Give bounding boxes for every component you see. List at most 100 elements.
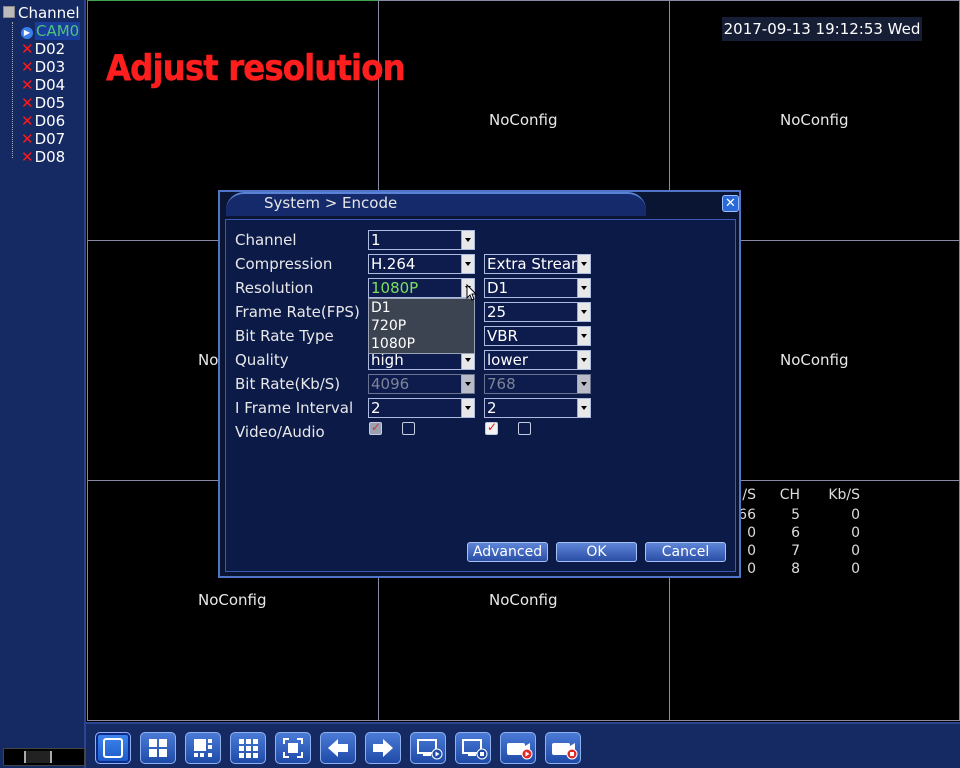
compression-select[interactable]: H.264 [368,254,475,274]
nine-view-button[interactable] [230,732,266,764]
stats-cell: 6 [791,525,800,541]
channel-item-d04[interactable]: ✕D04 [21,76,65,94]
cancel-button[interactable]: Cancel [645,542,726,562]
chevron-down-icon [461,375,474,393]
stats-header-ch: CH [779,487,800,503]
label-compression: Compression [235,255,333,273]
offline-x-icon: ✕ [21,148,34,166]
advanced-button[interactable]: Advanced [467,542,548,562]
channel-item-d02[interactable]: ✕D02 [21,40,65,58]
extra-i-frame-select[interactable]: 2 [484,398,591,418]
video-record-button[interactable] [500,732,536,764]
dropdown-option-720p[interactable]: 720P [371,318,406,335]
offline-x-icon: ✕ [21,94,34,112]
channel-label: D08 [34,148,66,166]
sidebar-scrollbar[interactable] [3,748,85,766]
previous-button[interactable] [320,732,356,764]
channel-tree-header[interactable]: Channel [3,4,80,22]
next-icon [373,739,393,757]
channel-item-d07[interactable]: ✕D07 [21,130,65,148]
chevron-down-icon[interactable] [461,231,474,249]
channel-label: D03 [34,58,66,76]
mouse-cursor-icon [466,284,478,301]
fullscreen-button[interactable] [275,732,311,764]
dropdown-option-d1[interactable]: D1 [371,300,391,317]
channel-select[interactable]: 1 [368,230,475,250]
close-icon: ✕ [725,196,736,211]
chevron-down-icon[interactable] [577,327,590,345]
noconfig-label: NoConfig [780,351,849,369]
i-frame-select[interactable]: 2 [368,398,475,418]
chevron-down-icon [577,375,590,393]
offline-x-icon: ✕ [21,130,34,148]
scrollbar-thumb[interactable] [24,751,52,763]
next-button[interactable] [365,732,401,764]
stop-record-button[interactable] [545,732,581,764]
dialog-header: System > Encode ✕ [220,192,739,216]
extra-audio-checkbox[interactable] [518,422,531,435]
stream-select[interactable]: Extra Stream [484,254,591,274]
extra-frame-rate-select[interactable]: 25 [484,302,591,322]
label-video-audio: Video/Audio [235,423,325,441]
extra-video-checkbox[interactable] [485,420,498,435]
playback-button[interactable] [410,732,446,764]
ok-button[interactable]: OK [556,542,637,562]
channel-item-cam0[interactable]: ▶ CAM0 [21,22,81,40]
quad-view-button[interactable] [140,732,176,764]
label-frame-rate: Frame Rate(FPS) [235,303,360,321]
channel-item-d06[interactable]: ✕D06 [21,112,65,130]
noconfig-label: NoConfig [489,111,558,129]
extra-bit-rate-type-select[interactable]: VBR [484,326,591,346]
single-view-button[interactable] [95,732,131,764]
chevron-down-icon[interactable] [577,399,590,417]
record-icon [462,739,488,760]
offline-x-icon: ✕ [21,112,34,130]
channel-label: D06 [34,112,66,130]
eight-view-icon [194,739,212,757]
eight-view-button[interactable] [185,732,221,764]
datetime-display: 2017-09-13 19:12:53 Wed [722,17,922,41]
previous-icon [328,739,348,757]
chevron-down-icon[interactable] [577,255,590,273]
collapse-icon[interactable] [3,6,15,18]
overlay-title: Adjust resolution [106,48,406,90]
resolution-select[interactable]: 1080P [368,278,475,298]
close-button[interactable]: ✕ [722,195,739,212]
select-value: D1 [487,279,509,297]
dropdown-option-1080p[interactable]: 1080P [371,336,415,353]
tree-line [12,22,14,158]
channel-label: D05 [34,94,66,112]
noconfig-label-partial: No [198,351,219,369]
noconfig-label: NoConfig [198,591,267,609]
select-value: VBR [487,327,518,345]
label-bit-rate: Bit Rate(Kb/S) [235,375,341,393]
play-icon: ▶ [21,27,33,39]
extra-bit-rate-select: 768 [484,374,591,394]
main-audio-checkbox[interactable] [402,422,415,435]
main-video-checkbox[interactable] [369,420,382,435]
chevron-down-icon[interactable] [577,351,590,369]
chevron-down-icon[interactable] [577,279,590,297]
channel-label: D02 [34,40,66,58]
fullscreen-icon [283,738,303,758]
stats-cell: 0 [851,507,860,523]
channel-item-d03[interactable]: ✕D03 [21,58,65,76]
extra-quality-select[interactable]: lower [484,350,591,370]
offline-x-icon: ✕ [21,58,34,76]
record-button[interactable] [455,732,491,764]
chevron-down-icon[interactable] [461,399,474,417]
select-value: 1080P [371,279,419,297]
chevron-down-icon[interactable] [577,303,590,321]
channel-item-d08[interactable]: ✕D08 [21,148,65,166]
select-value: H.264 [371,255,416,273]
extra-resolution-select[interactable]: D1 [484,278,591,298]
label-resolution: Resolution [235,279,314,297]
channel-item-d05[interactable]: ✕D05 [21,94,65,112]
stats-cell: 5 [791,507,800,523]
label-i-frame-interval: I Frame Interval [235,399,354,417]
select-value: 4096 [371,375,410,393]
single-view-icon [103,738,123,758]
offline-x-icon: ✕ [21,40,34,58]
chevron-down-icon[interactable] [461,255,474,273]
stats-header-kbs: Kb/S [828,487,860,503]
